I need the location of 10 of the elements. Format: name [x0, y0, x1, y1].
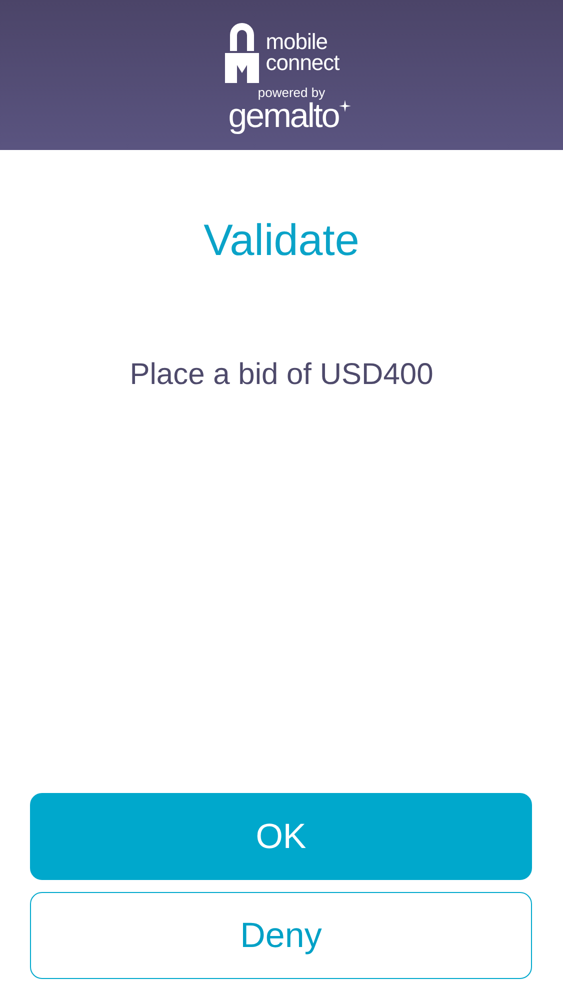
padlock-icon [224, 20, 260, 82]
vendor-name: gemalto [228, 100, 339, 132]
page-title: Validate [202, 216, 360, 266]
brand-name: mobile [266, 30, 329, 52]
ok-button[interactable]: OK [30, 793, 532, 880]
deny-button[interactable]: Deny [30, 892, 532, 979]
message-text: Place a bid of USD400 [128, 358, 434, 392]
brand-name: connect [266, 52, 340, 72]
tagline: powered by [258, 84, 326, 100]
sparkle-icon [338, 100, 351, 112]
